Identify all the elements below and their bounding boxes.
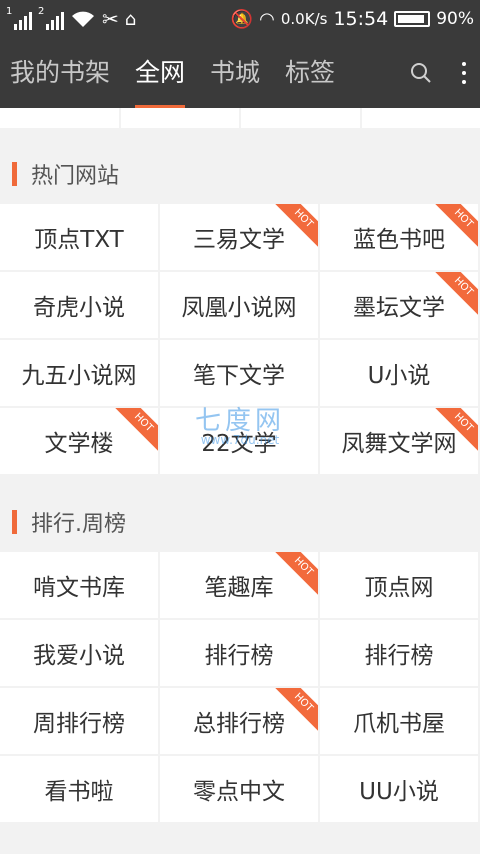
site-link-label: 凤凰小说网 [181, 295, 297, 321]
section-accent-bar [12, 162, 17, 186]
site-link-label: 22文学 [201, 431, 277, 457]
site-link-label: 总排行榜 [193, 711, 285, 737]
site-link-cell[interactable]: 总排行榜 HOT [160, 688, 318, 754]
site-link-cell[interactable]: 排行榜 [320, 620, 478, 686]
site-link-cell[interactable]: 排行榜 [160, 620, 318, 686]
site-link-cell[interactable]: 凤凰小说网 [160, 272, 318, 338]
previous-grid-row [0, 108, 480, 128]
site-link-label: 看书啦 [44, 779, 114, 805]
site-link-label: 排行榜 [364, 643, 434, 669]
site-link-label: 笔趣库 [204, 575, 274, 601]
battery-icon [394, 11, 431, 27]
scissors-icon: ✂ [102, 7, 119, 31]
site-link-label: 排行榜 [204, 643, 274, 669]
tab-bookstore[interactable]: 书城 [210, 38, 260, 108]
site-link-cell[interactable]: 爪机书屋 [320, 688, 478, 754]
site-link-cell[interactable]: 顶点TXT [0, 204, 158, 270]
site-link-cell[interactable]: 啃文书库 [0, 552, 158, 618]
wifi-icon [72, 11, 94, 27]
site-link-label: 文学楼 [44, 431, 114, 457]
site-link-label: 爪机书屋 [353, 711, 445, 737]
hot-badge: HOT [271, 552, 318, 599]
site-link-cell[interactable]: 蓝色书吧 HOT [320, 204, 478, 270]
site-link-cell[interactable]: 我爱小说 [0, 620, 158, 686]
battery-percent: 90% [436, 9, 474, 29]
section-accent-bar [12, 510, 17, 534]
site-link-cell[interactable]: 22文学 [160, 408, 318, 474]
site-link-cell[interactable]: 笔趣库 HOT [160, 552, 318, 618]
hot-badge: HOT [111, 408, 158, 455]
site-link-cell[interactable]: 凤舞文学网 HOT [320, 408, 478, 474]
site-link-label: 零点中文 [193, 779, 285, 805]
tab-my-bookshelf[interactable]: 我的书架 [10, 38, 110, 108]
hot-sites-grid: 顶点TXT 三易文学 HOT 蓝色书吧 HOT 奇虎小说 凤凰小说网 墨坛文学 HOT 九五小说网… [0, 204, 480, 474]
site-link-cell[interactable]: 墨坛文学 HOT [320, 272, 478, 338]
top-tab-bar: 我的书架 全网 书城 标签 [0, 38, 480, 108]
site-link-label: 墨坛文学 [353, 295, 445, 321]
site-link-label: 啃文书库 [33, 575, 125, 601]
section-title-rankings: 排行.周榜 [0, 492, 480, 552]
section-title-label: 热门网站 [31, 164, 120, 189]
status-bar: 1 2 ✂ ⌂ 🔕 ◠ 0.0K/s 15:54 90% [0, 0, 480, 38]
site-link-label: 笔下文学 [193, 363, 285, 389]
site-link-cell[interactable]: U小说 [320, 340, 478, 406]
overflow-menu-icon[interactable] [462, 62, 466, 84]
site-link-label: 三易文学 [193, 227, 285, 253]
search-icon[interactable] [410, 62, 432, 84]
site-link-label: 九五小说网 [21, 363, 137, 389]
site-link-label: U小说 [367, 363, 431, 389]
site-link-label: 顶点网 [364, 575, 434, 601]
signal-icon-sim1: 1 [6, 6, 32, 30]
site-link-cell[interactable]: 奇虎小说 [0, 272, 158, 338]
headset-icon: ◠ [259, 8, 275, 30]
site-link-cell[interactable]: 三易文学 HOT [160, 204, 318, 270]
signal-icon-sim2: 2 [38, 6, 64, 30]
site-link-cell[interactable]: 周排行榜 [0, 688, 158, 754]
site-link-label: 凤舞文学网 [341, 431, 457, 457]
site-link-cell[interactable]: UU小说 [320, 756, 478, 822]
network-speed: 0.0K/s [280, 10, 328, 28]
site-link-cell[interactable]: 九五小说网 [0, 340, 158, 406]
site-link-cell[interactable]: 笔下文学 [160, 340, 318, 406]
rankings-grid: 啃文书库 笔趣库 HOT 顶点网 我爱小说 排行榜 排行榜 周排行榜 总排行榜 HOT 爪机书屋 看书… [0, 552, 480, 822]
home-icon: ⌂ [124, 8, 137, 30]
site-link-label: 奇虎小说 [33, 295, 125, 321]
site-link-cell[interactable]: 零点中文 [160, 756, 318, 822]
clock: 15:54 [333, 8, 389, 30]
tab-tags[interactable]: 标签 [285, 38, 335, 108]
site-link-label: 顶点TXT [34, 227, 124, 253]
tab-whole-web[interactable]: 全网 [135, 38, 186, 108]
site-link-label: 蓝色书吧 [353, 227, 445, 253]
mute-bell-icon: 🔕 [230, 8, 254, 30]
section-title-hot-sites: 热门网站 [0, 144, 480, 204]
site-link-label: 周排行榜 [33, 711, 125, 737]
site-link-label: 我爱小说 [33, 643, 125, 669]
site-link-cell[interactable]: 看书啦 [0, 756, 158, 822]
site-link-cell[interactable]: 文学楼 HOT [0, 408, 158, 474]
sim1-label: 1 [6, 6, 13, 17]
site-link-label: UU小说 [359, 779, 439, 805]
section-title-label: 排行.周榜 [31, 512, 126, 537]
sim2-label: 2 [38, 6, 45, 17]
site-link-cell[interactable]: 顶点网 [320, 552, 478, 618]
